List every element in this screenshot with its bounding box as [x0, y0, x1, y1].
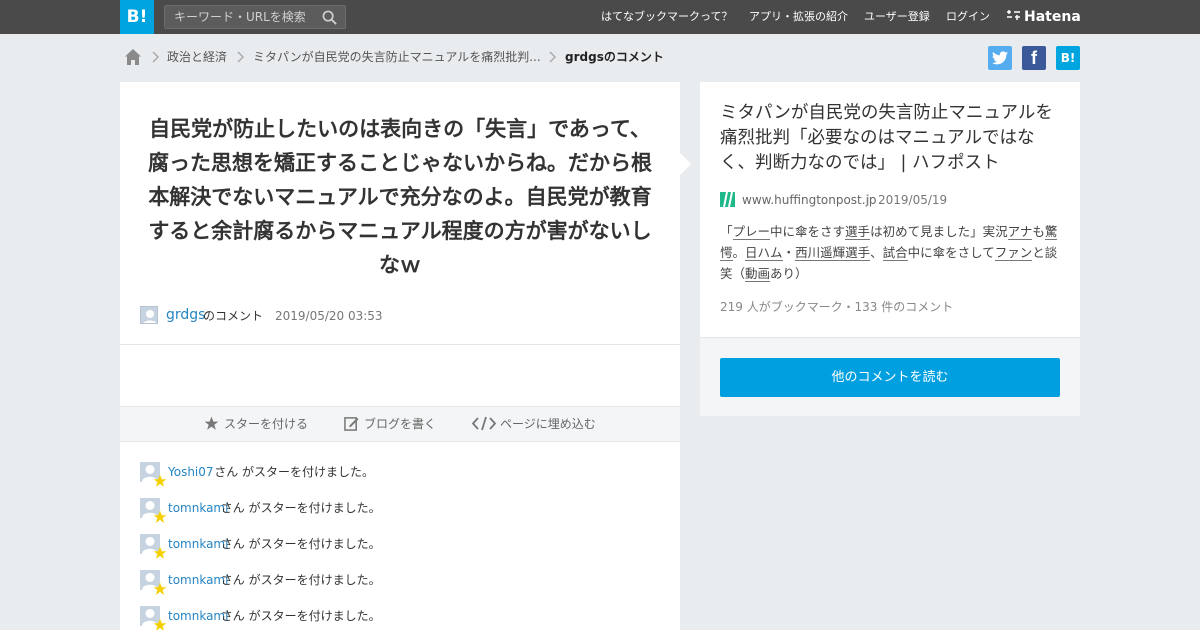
twitter-icon [992, 51, 1008, 65]
description-text: 、 [870, 245, 883, 260]
search-box[interactable] [164, 5, 346, 29]
write-blog-label: ブログを書く [364, 417, 437, 431]
facebook-icon: f [1031, 48, 1037, 68]
user-silhouette-icon [143, 310, 157, 323]
description-text: ・ [782, 245, 796, 260]
chevron-right-icon [237, 51, 245, 63]
twitter-share-button[interactable] [988, 46, 1012, 70]
divider [120, 344, 680, 345]
embed-label: ページに埋め込む [500, 417, 596, 431]
nav-login[interactable]: ログイン [946, 0, 990, 34]
keyword-link[interactable]: ファン [994, 245, 1033, 261]
nav-register[interactable]: ユーザー登録 [864, 0, 930, 34]
code-icon [472, 416, 496, 431]
entry-description: 「プレー中に傘をさす選手は初めて見ました」実況アナも驚愕。日ハム・西川遥輝選手、… [720, 221, 1065, 284]
star-icon [153, 546, 167, 559]
description-text: も [1032, 224, 1045, 239]
hatena-brand-text: Hatena [1024, 9, 1081, 25]
description-text: 「 [720, 224, 733, 239]
comment-card: 自民党が防止したいのは表向きの「失言」であって、腐った思想を矯正することじゃない… [120, 82, 680, 630]
hatena-bookmark-share-button[interactable]: B! [1056, 46, 1080, 70]
breadcrumb-current: grdgsのコメント [565, 50, 664, 64]
comment-timestamp[interactable]: 2019/05/20 03:53 [275, 306, 383, 326]
comment-text: 自民党が防止したいのは表向きの「失言」であって、腐った思想を矯正することじゃない… [148, 117, 652, 277]
star-user-link[interactable]: tomnkami [168, 571, 228, 589]
star-user-link[interactable]: tomnkami [168, 499, 228, 517]
nav-apps[interactable]: アプリ・拡張の紹介 [749, 0, 848, 34]
star-user-link[interactable]: tomnkami [168, 535, 228, 553]
star-row-text: さん がスターを付けました。 [220, 501, 381, 515]
search-input[interactable] [165, 6, 315, 28]
keyword-link[interactable]: 選手 [845, 224, 871, 240]
home-icon[interactable] [124, 48, 142, 66]
star-row-text: さん がスターを付けました。 [220, 609, 381, 623]
add-star-label: スターを付ける [224, 417, 309, 431]
facebook-share-button[interactable]: f [1022, 46, 1046, 70]
description-text: は初めて見ました」実況 [870, 224, 1008, 239]
star-user-link[interactable]: Yoshi07 [168, 463, 214, 481]
star-list: Yoshi07 さん がスターを付けました。 tomnkami さん がスターを付けま… [140, 462, 660, 630]
star-icon [153, 618, 167, 630]
star-icon [153, 582, 167, 595]
entry-domain[interactable]: www.huffingtonpost.jp [742, 191, 877, 209]
card-pointer [680, 153, 691, 175]
avatar[interactable] [140, 306, 158, 324]
nav-about[interactable]: はてなブックマークって？ [601, 0, 732, 34]
entry-card: ミタパンが自民党の失言防止マニュアルを痛烈批判「必要なのはマニュアルではなく、判… [700, 82, 1080, 416]
comment-user-link[interactable]: grdgs [166, 305, 205, 325]
search-icon[interactable] [322, 10, 337, 25]
description-text: あり） [770, 266, 808, 281]
chevron-right-icon [152, 51, 160, 63]
star-icon [153, 510, 167, 523]
entry-title[interactable]: ミタパンが自民党の失言防止マニュアルを痛烈批判「必要なのはマニュアルではなく、判… [720, 101, 1065, 176]
hatena-mark-icon [1007, 10, 1020, 20]
star-row: Yoshi07 さん がスターを付けました。 [140, 462, 660, 498]
entry-footer: 他のコメントを読む [700, 337, 1080, 416]
breadcrumb-category[interactable]: 政治と経済 [167, 45, 227, 69]
comment-user-suffix: のコメント [203, 309, 264, 323]
hatena-brand-link[interactable]: Hatena [1006, 0, 1081, 34]
star-user-link[interactable]: tomnkami [168, 607, 228, 625]
keyword-link[interactable]: 動画 [745, 266, 771, 282]
entry-counts[interactable]: 219 人がブックマーク・133 件のコメント [720, 298, 953, 315]
comment-actions: スターを付ける ブログを書く ページに埋め込む [120, 406, 680, 442]
star-icon [153, 474, 167, 487]
hatena-bookmark-logo[interactable]: B! [120, 0, 154, 34]
keyword-link[interactable]: プレー [732, 224, 771, 240]
breadcrumb-entry[interactable]: ミタパンが自民党の失言防止マニュアルを痛烈批判... [253, 45, 541, 69]
keyword-link[interactable]: 試合 [882, 245, 908, 261]
keyword-link[interactable]: 日ハム [745, 245, 783, 261]
hatena-bookmark-icon: B! [1060, 51, 1076, 65]
star-row: tomnkami さん がスターを付けました。 [140, 570, 660, 606]
divider [868, 194, 869, 206]
entry-date: 2019/05/19 [878, 193, 948, 207]
top-bar: B! はてなブックマークって？ アプリ・拡張の紹介 ユーザー登録 ログイン Ha… [0, 0, 1200, 34]
description-text: 。 [732, 245, 746, 260]
description-text: 中に傘をさす [770, 224, 846, 239]
star-row-text: さん がスターを付けました。 [220, 537, 381, 551]
star-row-text: さん がスターを付けました。 [214, 465, 375, 479]
favicon-icon [720, 191, 735, 208]
read-other-comments-button[interactable]: 他のコメントを読む [720, 358, 1060, 397]
star-icon [204, 416, 219, 430]
star-row: tomnkami さん がスターを付けました。 [140, 498, 660, 534]
star-row-text: さん がスターを付けました。 [220, 573, 381, 587]
star-row: tomnkami さん がスターを付けました。 [140, 534, 660, 570]
keyword-link[interactable]: 西川遥輝 [795, 245, 846, 261]
keyword-link[interactable]: アナ [1007, 224, 1033, 240]
star-row: tomnkami さん がスターを付けました。 [140, 606, 660, 630]
edit-icon [344, 417, 359, 431]
chevron-right-icon [549, 51, 557, 63]
keyword-link[interactable]: 選手 [845, 245, 871, 261]
description-text: 中に傘をさして [907, 245, 995, 260]
